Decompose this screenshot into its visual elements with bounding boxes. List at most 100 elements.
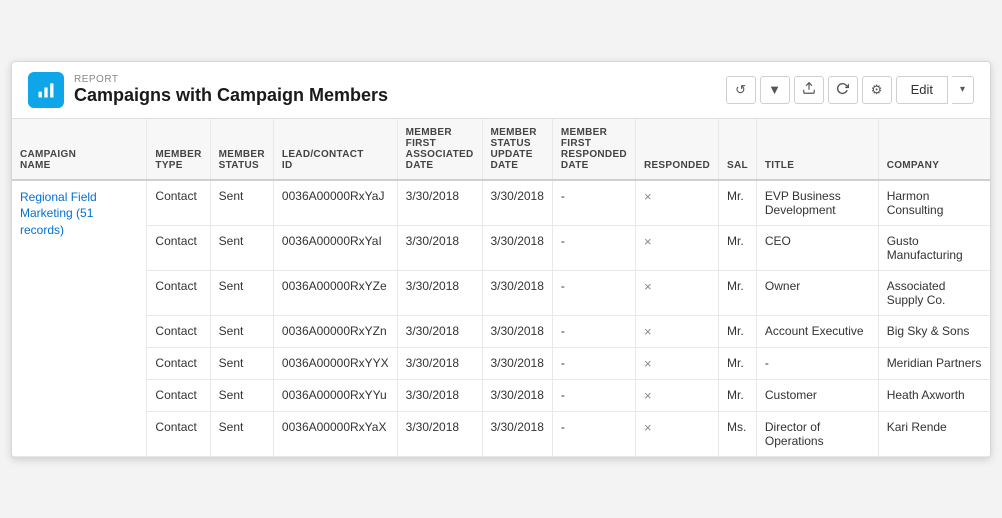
col-title: TITLE — [756, 119, 878, 180]
member-first-responded-date-cell: - — [552, 225, 635, 270]
bar-chart-icon — [36, 80, 56, 100]
member-type-cell: Contact — [147, 225, 210, 270]
col-company: COMPANY — [878, 119, 990, 180]
company-cell: Associated Supply Co. — [878, 270, 990, 315]
table-row: ContactSent0036A00000RxYYX3/30/20183/30/… — [12, 347, 990, 379]
responded-cell: × — [635, 347, 718, 379]
member-first-responded-date-cell: - — [552, 180, 635, 226]
table-row: ContactSent0036A00000RxYaI3/30/20183/30/… — [12, 225, 990, 270]
member-status-cell: Sent — [210, 347, 273, 379]
reload-button[interactable] — [828, 76, 858, 104]
sal-cell: Mr. — [718, 225, 756, 270]
x-mark: × — [644, 420, 652, 435]
member-status-cell: Sent — [210, 315, 273, 347]
member-first-assoc-date-cell: 3/30/2018 — [397, 347, 482, 379]
member-status-cell: Sent — [210, 270, 273, 315]
title-cell: Director of Operations — [756, 411, 878, 456]
member-type-cell: Contact — [147, 315, 210, 347]
col-member-type: MEMBERTYPE — [147, 119, 210, 180]
company-cell: Kari Rende — [878, 411, 990, 456]
responded-cell: × — [635, 315, 718, 347]
lead-contact-id-cell: 0036A00000RxYaI — [273, 225, 397, 270]
table-row: ContactSent0036A00000RxYYu3/30/20183/30/… — [12, 379, 990, 411]
share-button[interactable] — [794, 76, 824, 104]
sal-cell: Mr. — [718, 315, 756, 347]
member-first-assoc-date-cell: 3/30/2018 — [397, 315, 482, 347]
filter-icon: ▼ — [768, 82, 781, 97]
responded-cell: × — [635, 411, 718, 456]
x-mark: × — [644, 279, 652, 294]
title-cell: - — [756, 347, 878, 379]
member-status-update-date-cell: 3/30/2018 — [482, 315, 552, 347]
report-table-container: CAMPAIGNNAME MEMBERTYPE MEMBERSTATUS LEA… — [12, 119, 990, 457]
header-actions: ↺ ▼ — [726, 76, 974, 104]
sal-cell: Mr. — [718, 347, 756, 379]
table-row: Regional Field Marketing (51 records)Con… — [12, 180, 990, 226]
member-first-assoc-date-cell: 3/30/2018 — [397, 411, 482, 456]
sal-cell: Mr. — [718, 270, 756, 315]
member-type-cell: Contact — [147, 180, 210, 226]
reload-icon — [836, 82, 849, 98]
x-mark: × — [644, 356, 652, 371]
table-header-row: CAMPAIGNNAME MEMBERTYPE MEMBERSTATUS LEA… — [12, 119, 990, 180]
title-cell: Customer — [756, 379, 878, 411]
share-icon — [802, 81, 816, 98]
table-row: ContactSent0036A00000RxYZe3/30/20183/30/… — [12, 270, 990, 315]
member-status-cell: Sent — [210, 411, 273, 456]
settings-button[interactable]: ⚙ — [862, 76, 892, 104]
member-first-responded-date-cell: - — [552, 347, 635, 379]
member-status-cell: Sent — [210, 225, 273, 270]
company-cell: Meridian Partners — [878, 347, 990, 379]
member-status-cell: Sent — [210, 379, 273, 411]
refresh-icon: ↺ — [735, 82, 746, 98]
refresh-button[interactable]: ↺ — [726, 76, 756, 104]
lead-contact-id-cell: 0036A00000RxYaX — [273, 411, 397, 456]
member-type-cell: Contact — [147, 379, 210, 411]
title-cell: Account Executive — [756, 315, 878, 347]
table-row: ContactSent0036A00000RxYZn3/30/20183/30/… — [12, 315, 990, 347]
lead-contact-id-cell: 0036A00000RxYZe — [273, 270, 397, 315]
col-lead-contact-id: LEAD/CONTACTID — [273, 119, 397, 180]
responded-cell: × — [635, 270, 718, 315]
caret-down-icon: ▾ — [960, 84, 965, 95]
col-campaign-name: CAMPAIGNNAME — [12, 119, 147, 180]
sal-cell: Mr. — [718, 180, 756, 226]
report-header: REPORT Campaigns with Campaign Members ↺… — [12, 62, 990, 119]
member-first-assoc-date-cell: 3/30/2018 — [397, 180, 482, 226]
responded-cell: × — [635, 180, 718, 226]
member-first-assoc-date-cell: 3/30/2018 — [397, 270, 482, 315]
edit-button[interactable]: Edit — [896, 76, 948, 104]
lead-contact-id-cell: 0036A00000RxYZn — [273, 315, 397, 347]
col-responded: RESPONDED — [635, 119, 718, 180]
company-cell: Big Sky & Sons — [878, 315, 990, 347]
header-left: REPORT Campaigns with Campaign Members — [28, 72, 388, 108]
responded-cell: × — [635, 379, 718, 411]
title-cell: Owner — [756, 270, 878, 315]
col-member-status-update-date: MEMBERSTATUSUPDATEDATE — [482, 119, 552, 180]
report-icon — [28, 72, 64, 108]
col-member-first-responded-date: MEMBERFIRSTRESPONDEDDATE — [552, 119, 635, 180]
filter-button[interactable]: ▼ — [760, 76, 790, 104]
table-body: Regional Field Marketing (51 records)Con… — [12, 180, 990, 457]
edit-caret-button[interactable]: ▾ — [952, 76, 974, 104]
x-mark: × — [644, 388, 652, 403]
lead-contact-id-cell: 0036A00000RxYYX — [273, 347, 397, 379]
member-status-update-date-cell: 3/30/2018 — [482, 225, 552, 270]
report-title: Campaigns with Campaign Members — [74, 85, 388, 106]
title-cell: EVP Business Development — [756, 180, 878, 226]
member-status-update-date-cell: 3/30/2018 — [482, 180, 552, 226]
col-member-first-assoc-date: MEMBERFIRSTASSOCIATEDDATE — [397, 119, 482, 180]
member-status-update-date-cell: 3/30/2018 — [482, 270, 552, 315]
x-mark: × — [644, 324, 652, 339]
member-status-cell: Sent — [210, 180, 273, 226]
lead-contact-id-cell: 0036A00000RxYaJ — [273, 180, 397, 226]
report-subtitle: REPORT — [74, 74, 388, 85]
sal-cell: Ms. — [718, 411, 756, 456]
company-cell: Harmon Consulting — [878, 180, 990, 226]
member-first-responded-date-cell: - — [552, 315, 635, 347]
member-status-update-date-cell: 3/30/2018 — [482, 379, 552, 411]
campaign-name-cell[interactable]: Regional Field Marketing (51 records) — [12, 180, 147, 457]
report-table: CAMPAIGNNAME MEMBERTYPE MEMBERSTATUS LEA… — [12, 119, 990, 457]
x-mark: × — [644, 189, 652, 204]
company-cell: Heath Axworth — [878, 379, 990, 411]
